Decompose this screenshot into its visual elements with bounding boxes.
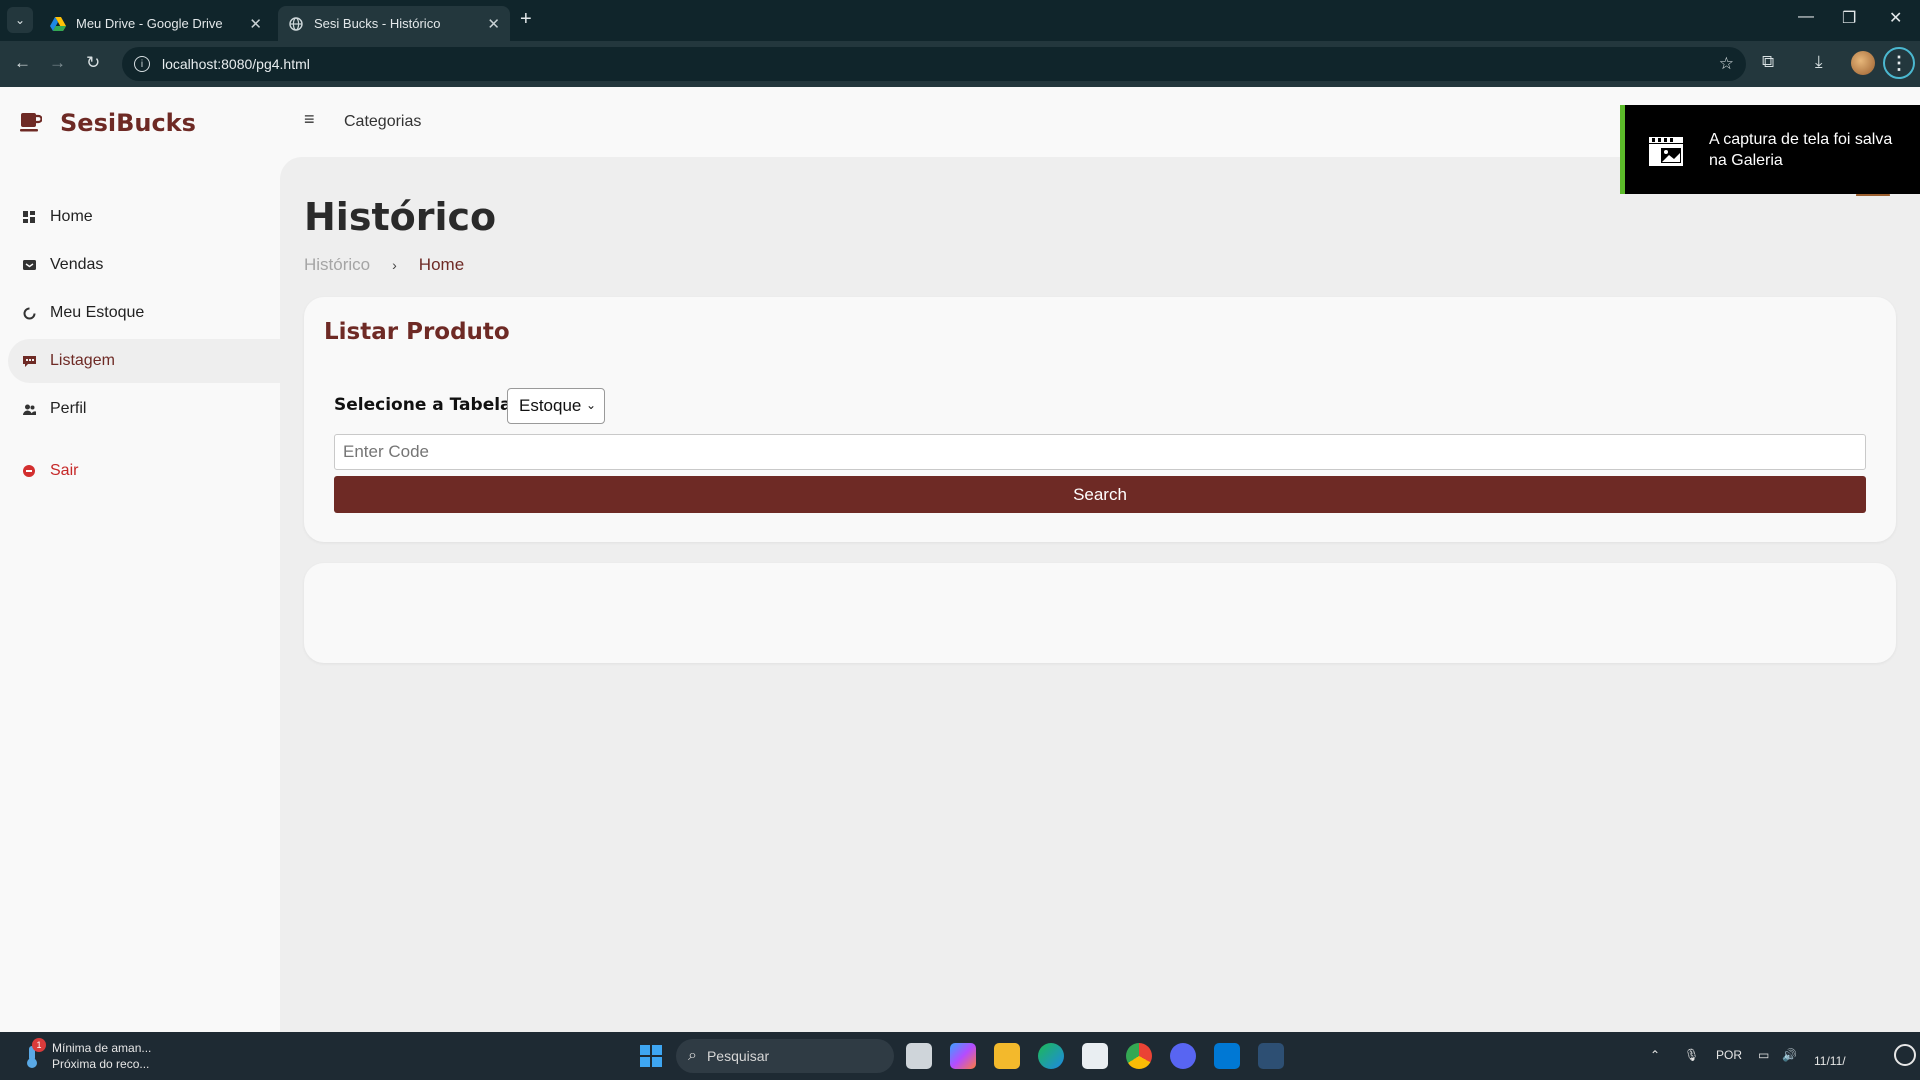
thermometer-icon: 1 [18,1038,46,1070]
taskbar: 1 Mínima de aman... Próxima do reco... ⌕… [0,1032,1920,1080]
table-select[interactable]: Estoque ⌄ [507,388,605,424]
notification-badge: 1 [32,1038,46,1052]
brand-logo[interactable]: SesiBucks [20,109,196,137]
microphone-icon[interactable]: 🎙 [1684,1048,1699,1062]
breadcrumb-item-active[interactable]: Home [419,255,464,275]
web-page: SesiBucks Home Vendas Meu Estoque Listag… [0,87,1920,1032]
message-icon [22,354,36,368]
app-icon[interactable] [1258,1043,1284,1069]
reload-icon[interactable]: ↻ [86,53,100,73]
sidebar: SesiBucks Home Vendas Meu Estoque Listag… [0,87,280,1032]
discord-icon[interactable] [1170,1043,1196,1069]
tab-google-drive[interactable]: Meu Drive - Google Drive ✕ [40,6,272,41]
extensions-icon[interactable]: ⧉ [1762,52,1774,72]
edge-icon[interactable] [1038,1043,1064,1069]
toast-message: A captura de tela foi salva na Galeria [1709,130,1893,169]
coffee-cup-icon [20,112,43,134]
close-tab-icon[interactable]: ✕ [487,15,500,33]
restore-icon[interactable]: ❐ [1842,8,1856,28]
logout-icon [22,464,36,478]
windows-start-icon[interactable] [640,1045,662,1067]
categorias-link[interactable]: Categorias [344,113,421,131]
task-view-icon[interactable] [906,1043,932,1069]
language-indicator[interactable]: POR [1716,1048,1742,1062]
profile-avatar[interactable] [1851,51,1875,75]
sidebar-item-label: Listagem [50,352,115,369]
weather-subtitle: Próxima do reco... [52,1057,150,1071]
sidebar-item-label: Meu Estoque [50,304,145,321]
sidebar-item-listagem[interactable]: Listagem [8,339,280,383]
address-toolbar: ← → ↻ i localhost:8080/pg4.html ☆ ⧉ ⤓ [0,41,1920,87]
card-title: Listar Produto [324,319,510,345]
users-icon [22,402,36,416]
taskbar-search[interactable]: ⌕ Pesquisar [676,1039,894,1073]
sidebar-item-vendas[interactable]: Vendas [8,243,272,287]
tab-title: Meu Drive - Google Drive [76,16,223,31]
vscode-icon[interactable] [1214,1043,1240,1069]
forward-arrow-icon[interactable]: → [49,53,66,73]
file-explorer-icon[interactable] [994,1043,1020,1069]
tab-title: Sesi Bucks - Histórico [314,16,441,31]
notification-center-icon[interactable] [1894,1044,1916,1066]
sidebar-item-label: Perfil [50,400,87,417]
results-card [304,563,1896,663]
sidebar-item-meu-estoque[interactable]: Meu Estoque [8,291,272,335]
tab-sesi-bucks[interactable]: Sesi Bucks - Histórico ✕ [278,6,510,41]
sidebar-item-home[interactable]: Home [8,195,272,239]
breadcrumb: Histórico › Home [304,255,464,275]
sidebar-item-label: Vendas [50,256,104,273]
browser-menu-icon[interactable]: ⋮ [1883,47,1915,79]
chevron-right-icon: › [392,257,397,273]
clock-date[interactable]: 11/11/ [1814,1054,1846,1068]
store-icon[interactable] [1082,1043,1108,1069]
back-arrow-icon[interactable]: ← [14,53,31,73]
browser-tab-bar: ⌄ Meu Drive - Google Drive ✕ Sesi Bucks … [0,0,1920,41]
screenshot-toast[interactable]: A captura de tela foi salva na Galeria [1620,105,1920,194]
search-icon: ⌕ [688,1047,697,1064]
bookmark-star-icon[interactable]: ☆ [1719,54,1734,74]
logout-link[interactable]: Sair [8,449,272,493]
dashboard-icon [22,210,36,224]
logout-label: Sair [50,462,79,479]
select-value: Estoque [519,396,582,415]
chevron-down-icon: ⌄ [585,398,596,412]
tray-chevron-icon[interactable]: ⌃ [1650,1048,1660,1062]
search-button[interactable]: Search [334,476,1866,513]
volume-icon[interactable]: 🔊 [1782,1048,1797,1062]
download-icon[interactable]: ⤓ [1815,52,1823,72]
copilot-icon[interactable] [950,1043,976,1069]
url-bar[interactable]: i localhost:8080/pg4.html ☆ [122,47,1746,81]
brand-name: SesiBucks [60,109,196,137]
loader-icon [22,306,36,320]
weather-widget[interactable]: 1 Mínima de aman... Próxima do reco... [18,1038,152,1072]
chrome-icon[interactable] [1126,1043,1152,1069]
sidebar-menu: Home Vendas Meu Estoque Listagem Perfil … [0,191,280,497]
listar-produto-card: Listar Produto Selecione a Tabela: Estoq… [304,297,1896,542]
select-table-label: Selecione a Tabela: [334,395,519,415]
cart-icon [22,258,36,272]
weather-title: Mínima de aman... [52,1041,152,1055]
google-drive-icon [50,16,66,32]
taskbar-search-label: Pesquisar [706,1048,770,1064]
close-tab-icon[interactable]: ✕ [249,15,262,33]
breadcrumb-item[interactable]: Histórico [304,255,370,275]
hamburger-menu-icon[interactable]: ≡ [304,109,315,130]
gallery-icon [1647,131,1687,169]
new-tab-button[interactable]: + [520,8,532,31]
url-text[interactable]: localhost:8080/pg4.html [162,56,310,72]
network-icon[interactable]: ▭ [1758,1048,1769,1062]
sidebar-item-label: Home [50,208,93,225]
close-window-icon[interactable]: ✕ [1889,8,1902,28]
globe-icon [288,16,304,32]
page-title: Histórico [304,195,497,239]
minimize-icon[interactable]: — [1798,8,1814,26]
sidebar-item-perfil[interactable]: Perfil [8,387,272,431]
tab-search-chevron-icon[interactable]: ⌄ [7,7,33,33]
site-info-icon[interactable]: i [134,56,150,72]
code-input[interactable] [334,434,1866,470]
